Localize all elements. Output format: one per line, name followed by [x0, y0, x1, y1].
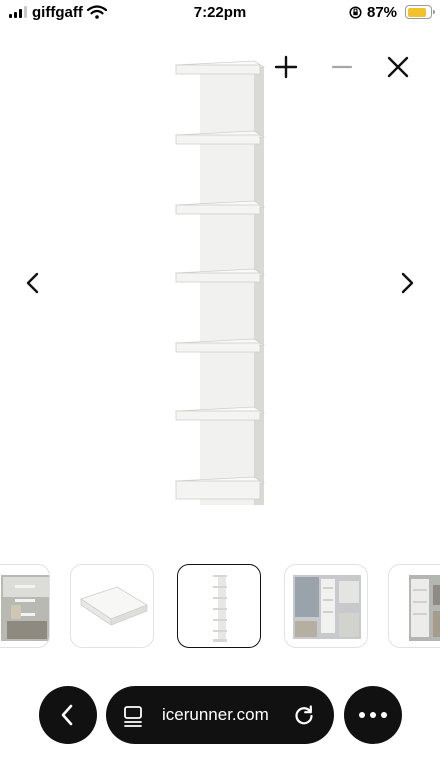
thumbnail-strip: [0, 562, 440, 652]
address-bar[interactable]: icerunner.com: [106, 686, 334, 744]
page-settings-icon[interactable]: [122, 705, 144, 727]
chevron-left-icon[interactable]: [22, 270, 44, 296]
shelf: [174, 338, 266, 353]
shelf: [174, 476, 266, 500]
minus-icon[interactable]: [329, 54, 355, 80]
more-button[interactable]: [344, 686, 402, 744]
status-bar: giffgaff 7:22pm 87%: [0, 0, 440, 26]
shelf: [174, 60, 266, 75]
more-icon: [359, 712, 387, 718]
chevron-right-icon[interactable]: [396, 270, 418, 296]
plus-icon[interactable]: [273, 54, 299, 80]
shelf: [174, 200, 266, 215]
shelf: [174, 406, 266, 421]
thumbnail-room-photo-1[interactable]: [0, 564, 50, 648]
shelf: [174, 268, 266, 283]
product-image: [174, 60, 266, 505]
battery-icon: [405, 5, 435, 19]
thumbnail-shelf-detail[interactable]: [70, 564, 154, 648]
orientation-lock-icon: [349, 6, 362, 19]
battery-fill: [407, 7, 426, 17]
close-icon[interactable]: [385, 54, 411, 80]
shelf: [174, 130, 266, 145]
thumbnail-room-photo-3[interactable]: [388, 564, 440, 648]
thumbnail-shelf-unit[interactable]: [177, 564, 261, 648]
thumbnail-room-photo-2[interactable]: [284, 564, 368, 648]
url-text[interactable]: icerunner.com: [162, 705, 269, 725]
back-button[interactable]: [39, 686, 97, 744]
chevron-left-icon: [61, 704, 73, 726]
battery-percent: 87%: [367, 4, 398, 21]
reload-icon[interactable]: [292, 703, 316, 727]
